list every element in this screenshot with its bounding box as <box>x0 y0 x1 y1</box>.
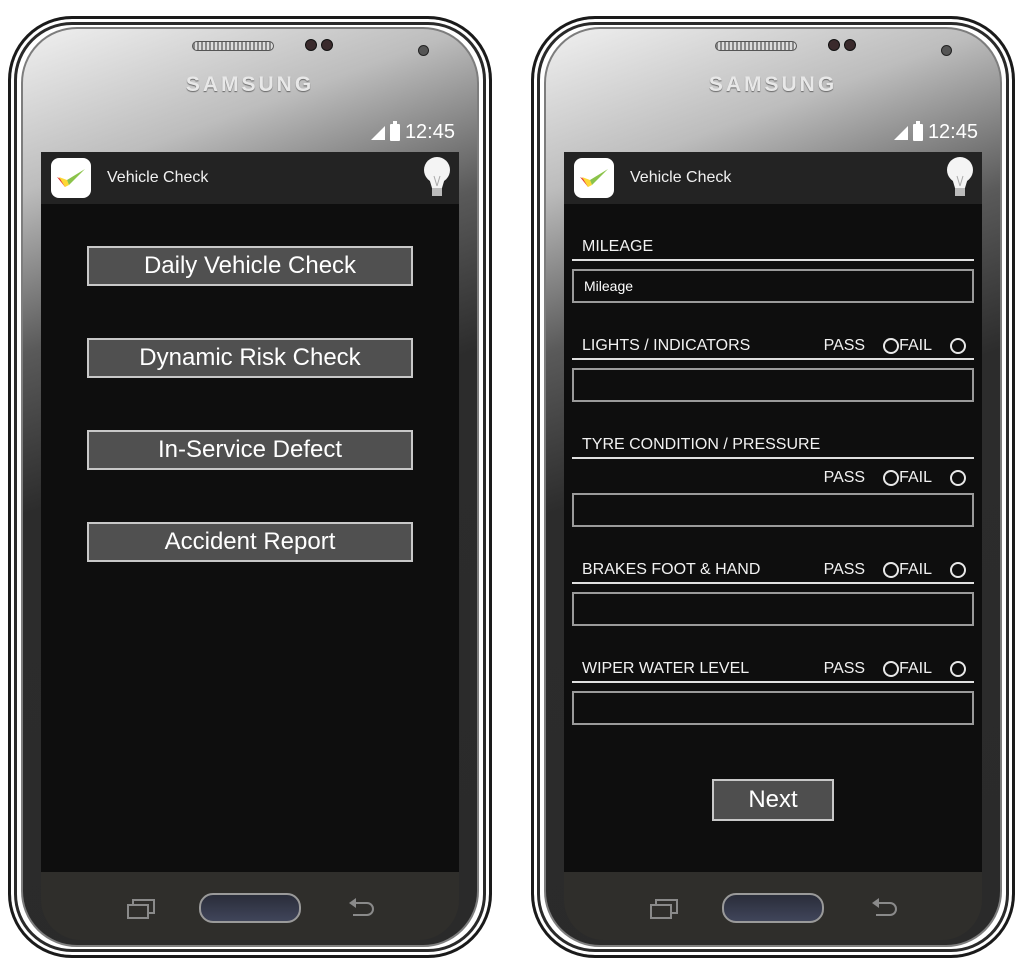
speaker-grille <box>715 41 797 51</box>
section-label: LIGHTS / INDICATORS <box>582 337 751 354</box>
lightbulb-icon[interactable] <box>423 156 451 200</box>
phone-body: SAMSUNG 12:45 Vehicle Check MILEAGE Mile… <box>544 27 1002 947</box>
fail-label: FAIL <box>899 469 932 486</box>
mileage-label: MILEAGE <box>582 238 654 255</box>
camera-icon <box>828 39 840 51</box>
home-button[interactable] <box>722 893 824 923</box>
tyre-condition-header: TYRE CONDITION / PRESSURE <box>572 432 974 459</box>
pass-label: PASS <box>823 469 866 486</box>
speaker-grille <box>192 41 274 51</box>
brand-logo: SAMSUNG <box>185 73 315 96</box>
back-icon[interactable] <box>347 897 375 917</box>
screen: Vehicle Check MILEAGE Mileage LIGHTS / I… <box>564 152 982 872</box>
app-bar: Vehicle Check <box>564 152 982 204</box>
app-title: Vehicle Check <box>107 169 209 186</box>
app-logo-icon <box>51 158 91 198</box>
pass-label: PASS <box>823 660 866 677</box>
fail-radio[interactable] <box>950 470 966 486</box>
section-label: TYRE CONDITION / PRESSURE <box>582 436 821 453</box>
sensor-icon <box>844 39 856 51</box>
lights-indicators-header: LIGHTS / INDICATORS PASS FAIL <box>572 333 974 360</box>
lightbulb-icon[interactable] <box>946 156 974 200</box>
brakes-header: BRAKES FOOT & HAND PASS FAIL <box>572 557 974 584</box>
section-label: WIPER WATER LEVEL <box>582 660 750 677</box>
mileage-input[interactable]: Mileage <box>572 269 974 303</box>
pass-fail-group: PASS FAIL <box>824 337 966 355</box>
app-logo-icon <box>574 158 614 198</box>
back-icon[interactable] <box>870 897 898 917</box>
app-title: Vehicle Check <box>630 169 732 186</box>
fail-label: FAIL <box>899 561 932 578</box>
fail-radio[interactable] <box>950 338 966 354</box>
nav-bar <box>564 872 982 940</box>
wiper-notes-input[interactable] <box>572 691 974 725</box>
pass-label: PASS <box>823 561 866 578</box>
recents-icon[interactable] <box>650 899 678 919</box>
phone-home-screen: SAMSUNG 12:45 Vehicle Check Daily Vehicl… <box>8 16 492 958</box>
status-bar: 12:45 <box>893 121 978 144</box>
battery-icon <box>389 121 400 141</box>
pass-radio[interactable] <box>883 661 900 677</box>
section-label: BRAKES FOOT & HAND <box>582 561 761 578</box>
lights-notes-input[interactable] <box>572 368 974 402</box>
front-camera-icon <box>418 45 429 56</box>
brakes-notes-input[interactable] <box>572 592 974 626</box>
pass-fail-group: PASS FAIL <box>824 469 966 487</box>
camera-icon <box>305 39 317 51</box>
home-button[interactable] <box>199 893 301 923</box>
pass-fail-group: PASS FAIL <box>824 660 966 678</box>
fail-radio[interactable] <box>950 562 966 578</box>
tyre-notes-input[interactable] <box>572 493 974 527</box>
next-button[interactable]: Next <box>712 779 834 821</box>
nav-bar <box>41 872 459 940</box>
fail-label: FAIL <box>899 337 932 354</box>
daily-vehicle-check-button[interactable]: Daily Vehicle Check <box>87 246 413 286</box>
in-service-defect-button[interactable]: In-Service Defect <box>87 430 413 470</box>
fail-label: FAIL <box>899 660 932 677</box>
phone-check-screen: SAMSUNG 12:45 Vehicle Check MILEAGE Mile… <box>531 16 1015 958</box>
sensor-icon <box>321 39 333 51</box>
pass-radio[interactable] <box>883 470 900 486</box>
wiper-water-header: WIPER WATER LEVEL PASS FAIL <box>572 656 974 683</box>
clock: 12:45 <box>404 121 455 143</box>
status-bar: 12:45 <box>370 121 455 144</box>
dynamic-risk-check-button[interactable]: Dynamic Risk Check <box>87 338 413 378</box>
pass-radio[interactable] <box>883 338 900 354</box>
pass-radio[interactable] <box>883 562 900 578</box>
screen: Vehicle Check Daily Vehicle Check Dynami… <box>41 152 459 872</box>
signal-icon <box>370 125 385 140</box>
pass-fail-row: PASS FAIL <box>572 469 974 487</box>
signal-icon <box>893 125 908 140</box>
mileage-header: MILEAGE <box>572 234 974 261</box>
battery-icon <box>912 121 923 141</box>
pass-fail-group: PASS FAIL <box>824 561 966 579</box>
front-camera-icon <box>941 45 952 56</box>
brand-logo: SAMSUNG <box>708 73 838 96</box>
accident-report-button[interactable]: Accident Report <box>87 522 413 562</box>
main-menu: Daily Vehicle Check Dynamic Risk Check I… <box>41 204 459 562</box>
fail-radio[interactable] <box>950 661 966 677</box>
recents-icon[interactable] <box>127 899 155 919</box>
clock: 12:45 <box>927 121 978 143</box>
vehicle-check-form: MILEAGE Mileage LIGHTS / INDICATORS PASS… <box>564 234 982 821</box>
app-bar: Vehicle Check <box>41 152 459 204</box>
pass-label: PASS <box>823 337 866 354</box>
phone-body: SAMSUNG 12:45 Vehicle Check Daily Vehicl… <box>21 27 479 947</box>
